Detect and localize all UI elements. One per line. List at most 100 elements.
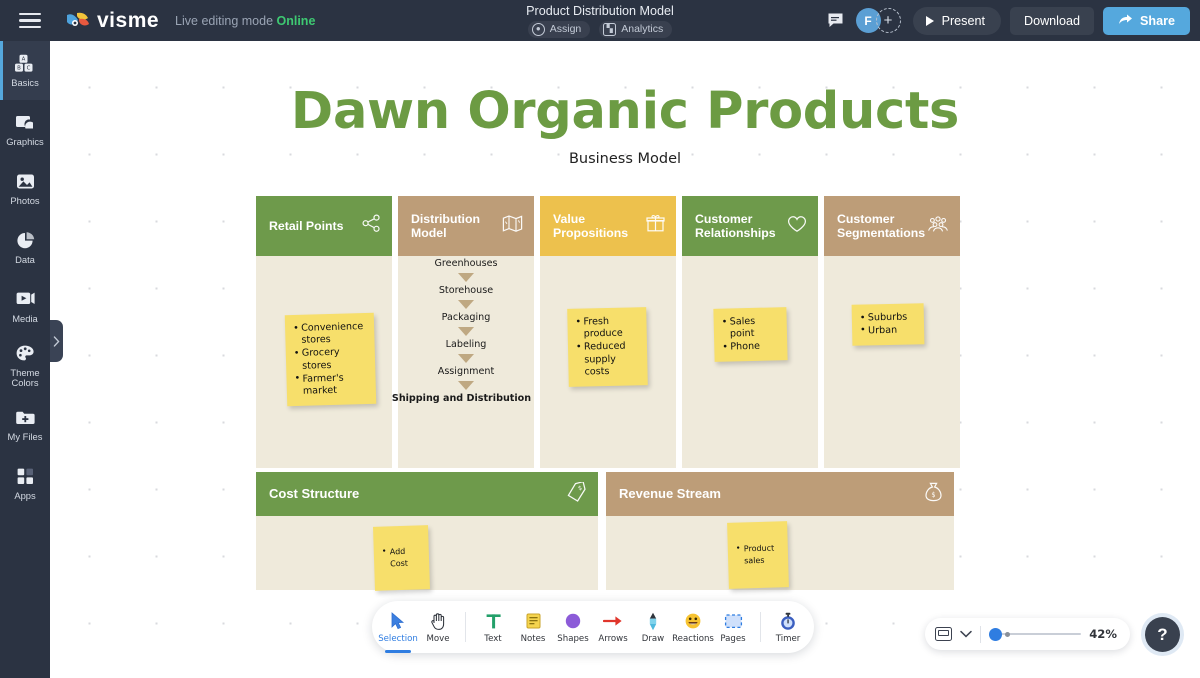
chart-box-icon: ▚ — [603, 23, 616, 36]
flow-arrow-down-icon — [458, 381, 474, 390]
business-model-canvas: Retail Points Convenience stores Grocery… — [256, 196, 954, 624]
svg-text:A: A — [22, 56, 26, 62]
help-button[interactable]: ? — [1145, 617, 1180, 652]
sidebar-item-basics[interactable]: A B C Basics — [0, 41, 50, 100]
visme-logo[interactable]: visme — [66, 9, 159, 33]
chevron-down-icon[interactable] — [960, 630, 972, 638]
present-label: Present — [942, 14, 985, 28]
flow-arrow-down-icon — [458, 300, 474, 309]
tool-label: Reactions — [672, 634, 714, 644]
zoom-slider-tick — [1005, 632, 1010, 637]
share-button[interactable]: Share — [1103, 7, 1190, 35]
live-mode-prefix: Live editing mode — [175, 14, 276, 28]
tool-arrows[interactable]: Arrows — [593, 603, 633, 651]
left-sidebar: A B C Basics Graphics Photos — [0, 41, 50, 678]
video-icon — [14, 289, 36, 311]
flow-arrow-down-icon — [458, 327, 474, 336]
tool-reactions[interactable]: Reactions — [673, 603, 713, 651]
top-right-actions: F + Present Download Share — [825, 0, 1190, 41]
bmc-section-revenue-stream[interactable]: Revenue Stream $ Product sales — [606, 472, 954, 590]
bmc-column-value-propositions[interactable]: Value Propositions Fresh produce Reduced… — [540, 196, 676, 468]
note-item: Farmer's market — [294, 372, 369, 399]
sidebar-item-data[interactable]: Data — [0, 218, 50, 277]
bmc-column-customer-segmentations[interactable]: Customer Segmentations Suburbs Urban — [824, 196, 960, 468]
sidebar-item-photos[interactable]: Photos — [0, 159, 50, 218]
flow-arrow-down-icon — [458, 354, 474, 363]
present-button[interactable]: Present — [913, 7, 1001, 35]
sticky-note[interactable]: Fresh produce Reduced supply costs — [567, 307, 648, 387]
bmc-column-header: Retail Points — [256, 196, 392, 256]
toolbar-divider — [465, 612, 466, 642]
hamburger-line — [19, 13, 41, 15]
live-mode-online: Online — [277, 14, 316, 28]
sidebar-item-media[interactable]: Media — [0, 277, 50, 336]
note-item: Reduced supply costs — [576, 341, 641, 380]
sidebar-item-label: Basics — [11, 78, 39, 89]
hamburger-menu-icon[interactable] — [8, 0, 52, 41]
zoom-slider-track — [989, 633, 1081, 635]
tool-move[interactable]: Move — [418, 603, 458, 651]
bmc-column-customer-relationships[interactable]: Customer Relationships Sales point Phone — [682, 196, 818, 468]
hamburger-line — [19, 26, 41, 28]
tool-timer[interactable]: Timer — [768, 603, 808, 651]
sidebar-collapse-toggle[interactable] — [50, 320, 63, 362]
note-list: Product sales — [736, 542, 782, 569]
sticky-note[interactable]: Add Cost — [373, 525, 430, 591]
flow-step: Storehouse — [398, 285, 534, 297]
chevron-right-icon — [53, 336, 60, 347]
circle-shape-icon — [564, 611, 582, 632]
note-list: Convenience stores Grocery stores Farmer… — [293, 321, 369, 398]
pen-icon — [646, 611, 660, 632]
sidebar-item-apps[interactable]: Apps — [0, 454, 50, 513]
bmc-column-header: Distribution Model — [398, 196, 534, 256]
bmc-section-cost-structure[interactable]: Cost Structure $ Add Cost — [256, 472, 598, 590]
board-canvas[interactable]: Dawn Organic Products Business Model Ret… — [50, 41, 1200, 678]
sticky-note[interactable]: Convenience stores Grocery stores Farmer… — [285, 313, 377, 406]
sidebar-item-my-files[interactable]: My Files — [0, 395, 50, 454]
note-list: Fresh produce Reduced supply costs — [575, 315, 640, 379]
board-subtitle[interactable]: Business Model — [50, 151, 1200, 167]
note-item: Convenience stores — [293, 321, 368, 348]
analytics-button[interactable]: ▚ Analytics — [599, 21, 672, 38]
fit-screen-icon[interactable] — [935, 627, 952, 641]
tool-selection[interactable]: Selection — [378, 603, 418, 651]
bmc-header-label: Customer Segmentations — [837, 212, 915, 240]
document-title[interactable]: Product Distribution Model — [526, 4, 674, 19]
share-nodes-icon — [362, 214, 381, 238]
assign-button[interactable]: ● Assign — [528, 21, 591, 38]
text-t-icon — [485, 611, 502, 632]
sidebar-item-graphics[interactable]: Graphics — [0, 100, 50, 159]
sticky-note[interactable]: Sales point Phone — [713, 307, 787, 362]
bmc-column-retail-points[interactable]: Retail Points Convenience stores Grocery… — [256, 196, 392, 468]
live-editing-status: Live editing mode Online — [175, 14, 315, 28]
tool-draw[interactable]: Draw — [633, 603, 673, 651]
people-group-icon — [927, 215, 949, 238]
download-button[interactable]: Download — [1010, 7, 1094, 35]
note-item: Sales point — [722, 315, 781, 341]
map-icon — [502, 214, 523, 238]
tool-shapes[interactable]: Shapes — [553, 603, 593, 651]
note-item: Product sales — [736, 542, 782, 568]
visme-wordmark: visme — [97, 9, 159, 33]
sidebar-item-theme-colors[interactable]: Theme Colors — [0, 336, 50, 395]
tool-pages[interactable]: Pages — [713, 603, 753, 651]
sticky-note[interactable]: Suburbs Urban — [852, 303, 925, 345]
flow-step: Labeling — [398, 339, 534, 351]
plus-circle-dashed-icon[interactable]: + — [876, 8, 901, 33]
zoom-slider[interactable] — [989, 627, 1081, 641]
sidebar-item-label: Media — [12, 314, 38, 325]
sticky-note-icon — [525, 611, 542, 632]
folder-plus-icon — [14, 407, 36, 429]
board-title[interactable]: Dawn Organic Products — [50, 82, 1200, 141]
tool-text[interactable]: Text — [473, 603, 513, 651]
note-item: Fresh produce — [575, 315, 640, 341]
sidebar-item-label: My Files — [8, 432, 43, 443]
bmc-column-header: Value Propositions — [540, 196, 676, 256]
tool-notes[interactable]: Notes — [513, 603, 553, 651]
sidebar-item-label: Photos — [10, 196, 39, 207]
tool-label: Text — [484, 634, 501, 644]
sticky-note[interactable]: Product sales — [727, 521, 789, 589]
comment-icon[interactable] — [825, 10, 847, 32]
bmc-column-distribution-model[interactable]: Distribution Model Greenhouses Storehous… — [398, 196, 534, 468]
zoom-slider-handle[interactable] — [989, 628, 1002, 641]
